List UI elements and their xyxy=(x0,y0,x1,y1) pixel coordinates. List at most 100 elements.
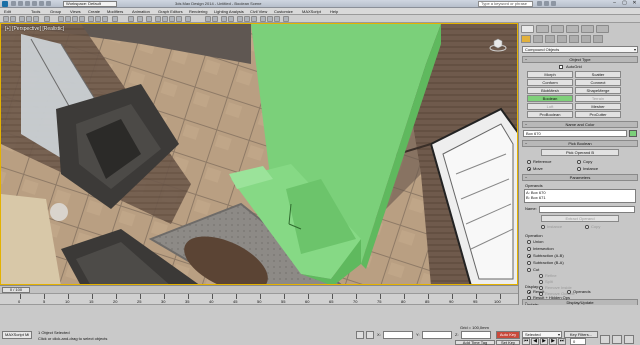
user-icon[interactable] xyxy=(551,1,556,6)
menu-tools[interactable]: Tools xyxy=(31,9,40,14)
autogrid-checkbox[interactable] xyxy=(559,65,563,69)
app-logo-icon[interactable] xyxy=(2,1,8,7)
selection-filter-icon[interactable] xyxy=(44,16,50,22)
keyboard-shortcut-icon[interactable] xyxy=(146,16,152,22)
select-by-name-icon[interactable] xyxy=(65,16,71,22)
key-mode-dropdown[interactable]: Selected ▾ xyxy=(522,331,562,338)
menu-group[interactable]: Group xyxy=(50,9,61,14)
search-input[interactable]: Type a keyword or phrase xyxy=(478,1,533,7)
boolean-button[interactable]: Boolean xyxy=(527,95,573,102)
subtraction-ba-radio[interactable] xyxy=(527,261,531,265)
proboolean-button[interactable]: ProBoolean xyxy=(527,111,573,118)
lock-selection-icon[interactable] xyxy=(356,331,364,339)
helpers-icon[interactable] xyxy=(569,35,579,43)
scale-icon[interactable] xyxy=(102,16,108,22)
bind-space-warp-icon[interactable] xyxy=(33,16,39,22)
selection-region-icon[interactable] xyxy=(72,16,78,22)
time-slider-track[interactable]: 0 / 100 xyxy=(0,285,518,293)
graphite-ribbon-icon[interactable] xyxy=(228,16,234,22)
connect-button[interactable]: Connect xyxy=(575,79,621,86)
lights-icon[interactable] xyxy=(545,35,555,43)
undo-icon[interactable] xyxy=(32,1,37,6)
cut-radio[interactable] xyxy=(527,268,531,272)
maximize-button[interactable]: ▢ xyxy=(620,0,629,7)
transform-mode-icon[interactable] xyxy=(366,331,374,339)
extract-instance-radio[interactable] xyxy=(541,225,545,229)
viewport-label[interactable]: [+] [Perspective] [Realistic] xyxy=(5,26,64,32)
save-file-icon[interactable] xyxy=(25,1,30,6)
snaps-toggle-icon[interactable] xyxy=(155,16,161,22)
reference-radio[interactable] xyxy=(527,160,531,164)
go-to-end-icon[interactable]: ⏭ xyxy=(558,338,566,345)
curve-editor-icon[interactable] xyxy=(237,16,243,22)
terrain-button[interactable]: Terrain xyxy=(575,95,621,102)
material-editor-icon[interactable] xyxy=(251,16,257,22)
cameras-icon[interactable] xyxy=(557,35,567,43)
set-key-button[interactable]: Set Key xyxy=(496,340,520,345)
menu-edit[interactable]: Edit xyxy=(4,9,11,14)
viewcube-icon[interactable] xyxy=(489,38,507,52)
redo-icon[interactable] xyxy=(39,1,44,6)
current-frame-field[interactable]: 0 xyxy=(570,338,586,345)
minimize-button[interactable]: – xyxy=(610,0,619,7)
menu-views[interactable]: Views xyxy=(70,9,81,14)
scatter-button[interactable]: Scatter xyxy=(575,71,621,78)
shapes-icon[interactable] xyxy=(533,35,543,43)
named-selection-icon[interactable] xyxy=(185,16,191,22)
copy-radio[interactable] xyxy=(577,160,581,164)
menu-graph-editors[interactable]: Graph Editors xyxy=(158,9,183,14)
operand-name-field[interactable] xyxy=(539,206,635,213)
track-bar[interactable]: 0 5 10 15 20 25 30 35 40 45 50 55 60 65 … xyxy=(0,293,518,305)
zoom-icon[interactable] xyxy=(600,335,610,344)
result-hidden-ops-radio[interactable] xyxy=(527,296,531,300)
percent-snap-icon[interactable] xyxy=(169,16,175,22)
new-file-icon[interactable] xyxy=(11,1,16,6)
space-warps-icon[interactable] xyxy=(581,35,591,43)
object-color-swatch[interactable] xyxy=(629,130,637,137)
subtraction-ab-radio[interactable] xyxy=(527,254,531,258)
menu-help[interactable]: Help xyxy=(330,9,338,14)
select-object-icon[interactable] xyxy=(58,16,64,22)
extract-copy-radio[interactable] xyxy=(585,225,589,229)
object-type-rollout[interactable]: − Object Type xyxy=(522,56,638,63)
maximize-viewport-icon[interactable] xyxy=(624,335,634,344)
modify-tab-icon[interactable] xyxy=(536,25,549,33)
category-dropdown[interactable]: Compound Objects ▾ xyxy=(522,46,638,53)
intersection-radio[interactable] xyxy=(527,247,531,251)
y-coordinate-field[interactable] xyxy=(422,331,452,339)
x-coordinate-field[interactable] xyxy=(383,331,413,339)
name-color-rollout[interactable]: − Name and Color xyxy=(522,121,638,128)
schematic-view-icon[interactable] xyxy=(244,16,250,22)
morph-button[interactable]: Morph xyxy=(527,71,573,78)
move-icon[interactable] xyxy=(88,16,94,22)
next-frame-icon[interactable]: ▶ xyxy=(549,338,557,345)
rotate-icon[interactable] xyxy=(95,16,101,22)
workspace-dropdown[interactable]: Workspace: Default xyxy=(63,1,117,7)
motion-tab-icon[interactable] xyxy=(566,25,579,33)
operands-radio[interactable] xyxy=(567,290,571,294)
object-name-field[interactable]: Box 670 xyxy=(523,130,627,137)
key-filters-button[interactable]: Key Filters... xyxy=(564,331,598,338)
go-to-start-icon[interactable]: ⏮ xyxy=(522,338,530,345)
add-time-tag-button[interactable]: Add Time Tag xyxy=(455,340,495,345)
render-production-icon[interactable] xyxy=(274,16,280,22)
split-radio[interactable] xyxy=(539,280,543,284)
render-setup-icon[interactable] xyxy=(260,16,266,22)
project-folder-icon[interactable] xyxy=(46,1,51,6)
unlink-icon[interactable] xyxy=(26,16,32,22)
play-icon[interactable]: ▶ xyxy=(540,338,548,345)
mesher-button[interactable]: Mesher xyxy=(575,103,621,110)
union-radio[interactable] xyxy=(527,240,531,244)
undo-tool-icon[interactable] xyxy=(3,16,9,22)
geometry-icon[interactable] xyxy=(521,35,531,43)
menu-modifiers[interactable]: Modifiers xyxy=(107,9,123,14)
link-icon[interactable] xyxy=(19,16,25,22)
systems-icon[interactable] xyxy=(593,35,603,43)
previous-frame-icon[interactable]: ◀ xyxy=(531,338,539,345)
operand-b-item[interactable]: B: Box 671 xyxy=(526,195,546,200)
spinner-snap-icon[interactable] xyxy=(176,16,182,22)
create-tab-icon[interactable] xyxy=(521,25,534,33)
perspective-viewport[interactable]: [+] [Perspective] [Realistic] xyxy=(0,23,518,285)
menu-civil-view[interactable]: Civil View xyxy=(250,9,267,14)
display-tab-icon[interactable] xyxy=(581,25,594,33)
